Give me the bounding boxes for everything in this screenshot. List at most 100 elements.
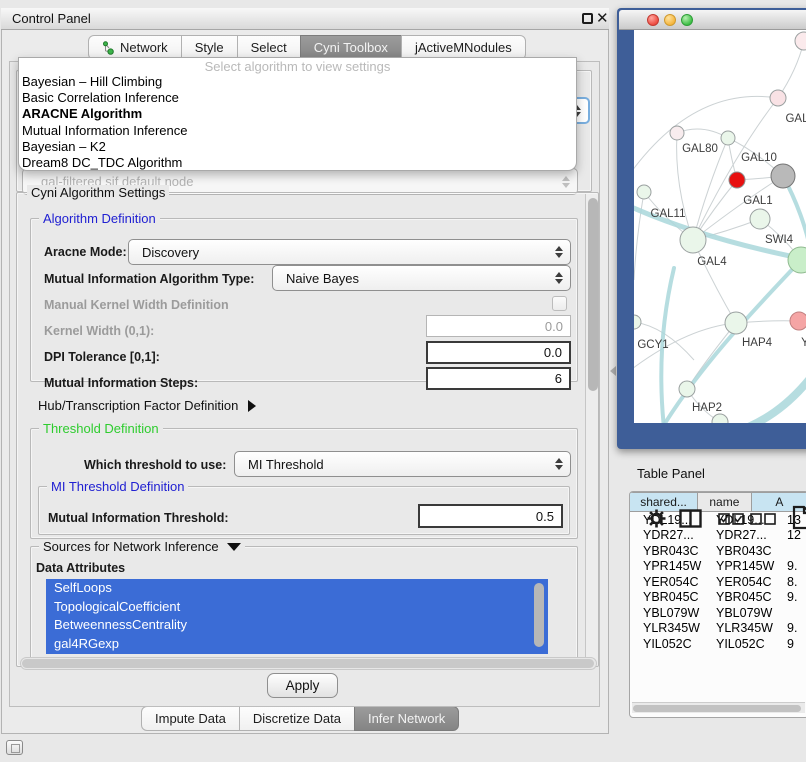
combo-spinner-icon (555, 272, 563, 284)
algorithm-dropdown-popup: Select algorithm to view settings Bayesi… (18, 57, 577, 171)
dpi-tolerance-label: DPI Tolerance [0,1]: (44, 350, 160, 364)
splitter-handle-icon[interactable] (610, 366, 616, 376)
select-all-icon[interactable] (718, 513, 744, 525)
data-attributes-label: Data Attributes (36, 561, 125, 575)
dropdown-item-aracne-algorithm[interactable]: ARACNE Algorithm (19, 106, 576, 122)
table-cell: 9 (766, 637, 806, 651)
table-row[interactable]: YLR345WYLR345W9. (630, 621, 806, 637)
mac-minimize-icon[interactable] (664, 14, 676, 26)
bottom-tab-discretize-data[interactable]: Discretize Data (239, 706, 355, 731)
network-node[interactable] (712, 414, 728, 423)
bottom-tabbar: Impute DataDiscretize DataInfer Network (141, 706, 459, 731)
list-scrollbar-thumb[interactable] (534, 583, 544, 647)
apply-button[interactable]: Apply (267, 673, 338, 698)
dropdown-item-bayesian-k2[interactable]: Bayesian – K2 (19, 139, 576, 155)
node-label-gal4: GAL4 (697, 256, 727, 268)
network-canvas[interactable]: GALGAL80GAL10GAL1GAL11GAL4SWI4GCY1HAP4YH… (634, 30, 806, 423)
mi-steps-field[interactable]: 6 (426, 367, 571, 390)
attribute-item-betweennesscentrality[interactable]: BetweennessCentrality (46, 616, 548, 635)
node-label-gal11: GAL11 (651, 208, 686, 220)
bottom-tab-impute-data[interactable]: Impute Data (141, 706, 240, 731)
table-cell: YBL079W (706, 606, 766, 620)
network-edge (693, 240, 736, 323)
dropdown-item-bayesian-hill-climbing[interactable]: Bayesian – Hill Climbing (19, 74, 576, 90)
table-cell: YDR27... (630, 528, 706, 542)
attribute-item-topologicalcoefficient[interactable]: TopologicalCoefficient (46, 598, 548, 617)
mac-close-icon[interactable] (647, 14, 659, 26)
table-row[interactable]: YBR043CYBR043C (630, 543, 806, 559)
gear-icon[interactable] (646, 508, 667, 529)
settings-horizontal-scrollbar[interactable] (20, 657, 597, 670)
network-icon (102, 41, 115, 55)
network-node-gal11[interactable] (637, 185, 651, 199)
network-edge-highlighted (662, 260, 801, 423)
network-edge-highlighted (746, 372, 806, 423)
table-cell: YDR27... (706, 528, 766, 542)
mac-zoom-icon[interactable] (681, 14, 693, 26)
new-table-icon[interactable] (792, 505, 806, 530)
network-node-gal4[interactable] (680, 227, 706, 253)
node-label-gcy1: GCY1 (637, 339, 668, 351)
network-node[interactable] (771, 164, 795, 188)
table-body: YDL19...YDL19...13YDR27...YDR27...12YBR0… (630, 512, 806, 652)
node-label-swi4: SWI4 (765, 234, 794, 246)
bottom-tab-infer-network[interactable]: Infer Network (354, 706, 459, 731)
table-cell: YIL052C (630, 637, 706, 651)
table-panel: shared...nameA YDL19...YDL19...13YDR27..… (629, 491, 806, 718)
network-node-gal80[interactable] (670, 126, 684, 140)
table-row[interactable]: YIL052CYIL052C9 (630, 636, 806, 652)
network-node-hap2[interactable] (679, 381, 695, 397)
network-node-y[interactable] (790, 312, 806, 330)
close-icon[interactable]: ✕ (596, 9, 609, 27)
network-node-gal10[interactable] (721, 131, 735, 145)
manual-kernel-width-checkbox[interactable] (552, 296, 567, 311)
table-cell: YBL079W (630, 606, 706, 620)
aracne-mode-label: Aracne Mode: (44, 245, 127, 259)
settings-vertical-scrollbar[interactable] (585, 194, 598, 665)
collapsed-panel-icon[interactable] (6, 740, 23, 755)
dropdown-item-basic-correlation-inference[interactable]: Basic Correlation Inference (19, 90, 576, 106)
network-view-window: GALGAL80GAL10GAL1GAL11GAL4SWI4GCY1HAP4YH… (617, 8, 806, 449)
mi-threshold-field[interactable]: 0.5 (418, 504, 563, 528)
hub-definition-expander[interactable]: Hub/Transcription Factor Definition (38, 398, 256, 413)
dpi-tolerance-field[interactable]: 0.0 (426, 341, 571, 364)
network-node-hap4[interactable] (725, 312, 747, 334)
mi-steps-label: Mutual Information Steps: (44, 376, 198, 390)
which-threshold-combobox[interactable]: MI Threshold (234, 451, 571, 477)
dropdown-item-dream8-dc-tdc-algorithm[interactable]: Dream8 DC_TDC Algorithm (19, 155, 576, 171)
network-node[interactable] (795, 32, 806, 50)
kernel-width-field[interactable]: 0.0 (426, 315, 571, 337)
network-node-gal[interactable] (770, 90, 786, 106)
table-cell: YBR045C (630, 590, 706, 604)
column-header-name[interactable]: name (697, 492, 752, 512)
network-node-gal1[interactable] (750, 209, 770, 229)
kernel-width-label: Kernel Width (0,1): (44, 324, 154, 338)
table-row[interactable]: YER054CYER054C8. (630, 574, 806, 590)
sources-title-row[interactable]: Sources for Network Inference (39, 539, 245, 554)
table-row[interactable]: YDR27...YDR27...12 (630, 528, 806, 544)
dropdown-item-list: Bayesian – Hill ClimbingBasic Correlatio… (19, 74, 576, 171)
combo-spinner-icon (562, 176, 570, 188)
node-label-hap2: HAP2 (692, 402, 722, 414)
network-edge (634, 192, 644, 280)
columns-icon[interactable] (679, 509, 702, 528)
table-horizontal-scrollbar[interactable] (632, 702, 805, 713)
deselect-all-icon[interactable] (750, 513, 776, 525)
table-row[interactable]: YPR145WYPR145W9. (630, 559, 806, 575)
attribute-item-selfloops[interactable]: SelfLoops (46, 579, 548, 598)
network-node-gcy1[interactable] (634, 315, 641, 329)
network-node[interactable] (729, 172, 745, 188)
table-row[interactable]: YBL079WYBL079W (630, 605, 806, 621)
mi-algorithm-type-combobox[interactable]: Naive Bayes (272, 265, 571, 291)
table-row[interactable]: YBR045CYBR045C9. (630, 590, 806, 606)
dropdown-placeholder: Select algorithm to view settings (19, 59, 576, 74)
float-window-icon[interactable] (582, 13, 593, 24)
node-label-gal10: GAL10 (741, 152, 777, 164)
data-attributes-list[interactable]: SelfLoopsTopologicalCoefficientBetweenne… (46, 579, 548, 654)
dropdown-item-mutual-information-inference[interactable]: Mutual Information Inference (19, 123, 576, 139)
control-panel-titlebar (1, 8, 609, 30)
node-label-gal1: GAL1 (743, 195, 772, 207)
aracne-mode-value: Discovery (142, 245, 199, 260)
attribute-item-gal4rgexp[interactable]: gal4RGexp (46, 635, 548, 654)
aracne-mode-combobox[interactable]: Discovery (128, 239, 571, 265)
